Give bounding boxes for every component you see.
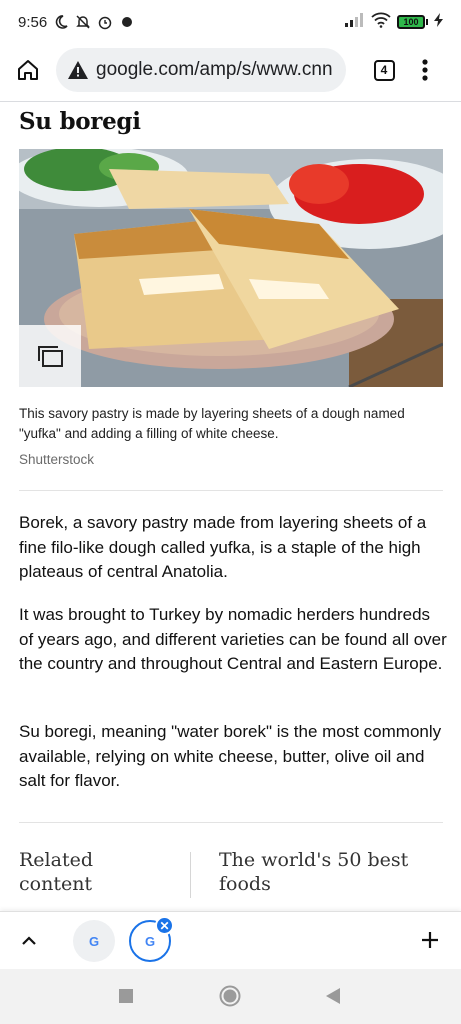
home-button[interactable] (8, 50, 48, 90)
system-navbar (0, 969, 461, 1024)
app-notification-icon (119, 14, 135, 30)
related-content-label: Related content (19, 849, 93, 895)
browser-toolbar: google.com/amp/s/www.cnn 4 (0, 44, 461, 96)
home-icon (18, 60, 38, 80)
home-nav-button[interactable] (218, 984, 242, 1008)
image-caption: This savory pastry is made by layering s… (19, 406, 405, 441)
recents-button[interactable] (114, 984, 138, 1008)
toolbar-divider (0, 101, 461, 102)
status-bar: 9:56 100 (0, 0, 461, 44)
gallery-icon (38, 346, 63, 367)
new-tab-button[interactable] (415, 925, 445, 955)
google-icon: G (144, 933, 156, 949)
circle-icon (219, 985, 241, 1007)
article-title: Su boregi (19, 108, 141, 135)
paragraph: It was brought to Turkey by nomadic herd… (19, 605, 447, 673)
battery-level: 100 (397, 15, 425, 29)
divider (19, 822, 443, 823)
back-nav-button[interactable] (321, 984, 345, 1008)
charging-icon (434, 13, 443, 31)
image-credit: Shutterstock (19, 452, 95, 467)
square-icon (119, 989, 133, 1003)
tab-switcher-button[interactable]: 4 (364, 50, 404, 90)
wifi-icon (371, 12, 391, 32)
signal-icon (345, 13, 365, 31)
menu-dots-icon (422, 59, 428, 81)
menu-button[interactable] (410, 50, 440, 90)
related-link[interactable]: The world's 50 best foods (219, 848, 439, 896)
battery-icon: 100 (397, 15, 428, 29)
tab-strip: G G (0, 911, 461, 969)
chevron-up-icon (22, 936, 36, 945)
mute-notifications-icon (75, 14, 91, 30)
article-image[interactable] (19, 149, 443, 387)
paragraph: Borek, a savory pastry made from layerin… (19, 513, 427, 581)
url-text[interactable]: google.com/amp/s/www.cnn (96, 59, 333, 81)
tab-count: 4 (373, 59, 395, 81)
tab-google-1[interactable]: G (73, 920, 115, 962)
url-bar[interactable]: google.com/amp/s/www.cnn (56, 48, 346, 92)
divider (19, 490, 443, 491)
status-time: 9:56 (18, 13, 48, 31)
warning-icon[interactable] (68, 61, 88, 79)
plus-icon (422, 932, 438, 948)
expand-tabs-button[interactable] (14, 926, 44, 956)
moon-icon (53, 14, 69, 30)
close-tab-button[interactable]: ✕ (155, 916, 174, 935)
paragraph: Su boregi, meaning "water borek" is the … (19, 722, 442, 790)
back-triangle-icon (326, 988, 340, 1004)
alarm-icon (97, 14, 113, 30)
related-separator (190, 852, 191, 898)
google-icon: G (88, 933, 100, 949)
gallery-button[interactable] (19, 325, 81, 387)
